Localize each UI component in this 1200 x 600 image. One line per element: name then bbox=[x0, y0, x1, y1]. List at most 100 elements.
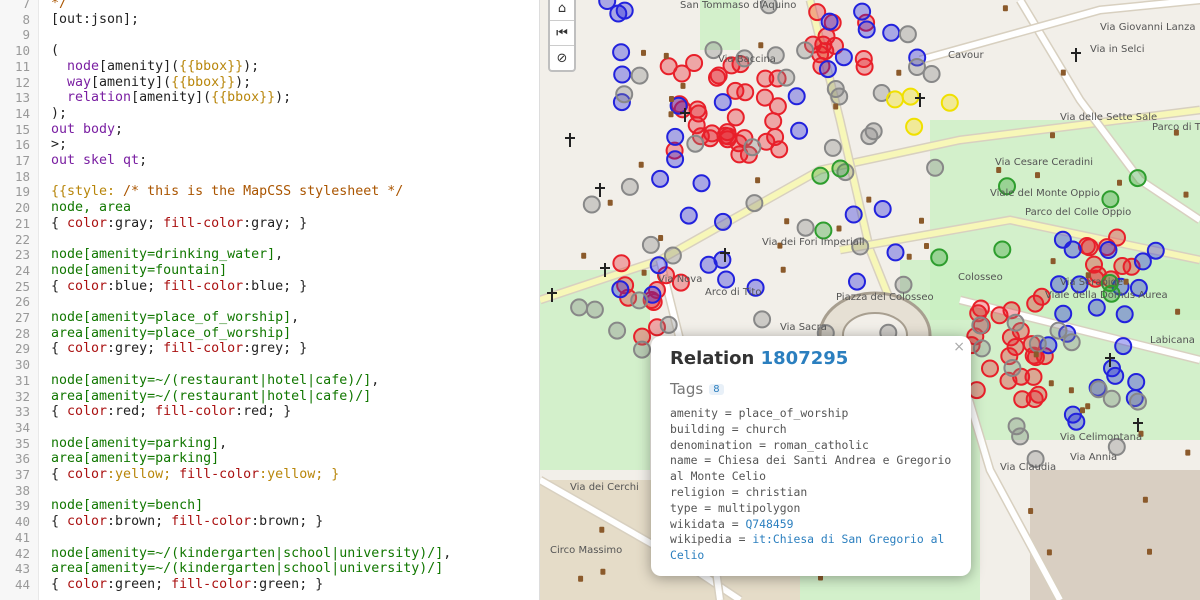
code-line[interactable]: >; bbox=[51, 137, 67, 153]
code-token: { bbox=[51, 341, 68, 357]
code-line[interactable]: { color:brown; fill-color:brown; } bbox=[51, 514, 323, 530]
code-line[interactable]: node[amenity]({{bbox}}); bbox=[51, 59, 259, 75]
code-line[interactable]: [out:json]; bbox=[51, 12, 139, 28]
code-token: node[amenity=place_of_worship] bbox=[51, 310, 292, 325]
code-line[interactable]: {{style: /* this is the MapCSS styleshee… bbox=[51, 184, 403, 200]
worship-marker bbox=[630, 291, 649, 310]
fountain-marker bbox=[834, 48, 853, 67]
code-line[interactable]: out skel qt; bbox=[51, 153, 147, 169]
code-line[interactable]: { color:yellow; fill-color:yellow; } bbox=[51, 467, 339, 483]
school-marker bbox=[811, 166, 830, 185]
line-number: 24 bbox=[14, 262, 30, 278]
line-number: 8 bbox=[22, 11, 30, 27]
code-editor[interactable]: 7 8 9 10 11 12 13 14 15 16 17 18 19 20 21 22 23 24 25 26 27 2… bbox=[0, 0, 540, 600]
code-token: fill-color bbox=[163, 215, 244, 231]
bench-icon bbox=[924, 243, 929, 249]
code-line[interactable]: way[amenity]({{bbox}}); bbox=[51, 75, 251, 91]
code-token: { bbox=[51, 514, 68, 530]
code-line[interactable]: relation[amenity]({{bbox}}); bbox=[51, 90, 291, 106]
code-line[interactable]: node[amenity=place_of_worship], bbox=[51, 310, 299, 326]
code-line[interactable]: node[amenity=fountain] bbox=[51, 263, 227, 279]
line-number: 12 bbox=[14, 74, 30, 90]
bench-icon bbox=[669, 96, 674, 102]
code-line[interactable]: { color:green; fill-color:green; } bbox=[51, 577, 323, 593]
zoom-to-data-button[interactable]: ⏮ bbox=[550, 21, 574, 46]
tag-value[interactable]: Q748459 bbox=[745, 517, 793, 531]
parking-marker bbox=[940, 93, 959, 112]
fountain-marker bbox=[857, 20, 876, 39]
parking-marker bbox=[905, 117, 924, 136]
worship-marker bbox=[894, 275, 913, 294]
parking-marker bbox=[886, 90, 904, 109]
code-line[interactable]: area[amenity=~/(kindergarten|school|univ… bbox=[51, 561, 443, 577]
bench-icon bbox=[758, 42, 764, 49]
relation-id-link[interactable]: 1807295 bbox=[761, 348, 849, 369]
code-token: ); bbox=[235, 74, 252, 90]
bench-icon bbox=[1183, 191, 1189, 198]
line-number: 40 bbox=[14, 514, 30, 530]
code-line[interactable]: area[amenity=parking] bbox=[51, 451, 219, 467]
code-token: node, area bbox=[51, 200, 132, 216]
code-token: {{bbox}} bbox=[211, 90, 276, 106]
restaurant-marker bbox=[990, 306, 1009, 325]
restaurant-marker bbox=[659, 57, 678, 76]
zoom-home-button[interactable]: ⌂ bbox=[550, 0, 574, 21]
restaurant-marker bbox=[770, 140, 789, 159]
restaurant-marker bbox=[764, 112, 783, 131]
code-line[interactable]: ( bbox=[51, 43, 59, 59]
fountain-marker bbox=[613, 65, 632, 84]
code-line[interactable]: { color:red; fill-color:red; } bbox=[51, 404, 291, 420]
worship-marker bbox=[796, 41, 815, 60]
restaurant-marker bbox=[981, 359, 999, 378]
tag-key: wikipedia bbox=[670, 532, 732, 547]
code-line[interactable]: { color:blue; fill-color:blue; } bbox=[51, 279, 307, 295]
bench-icon bbox=[581, 252, 587, 259]
line-number: 21 bbox=[14, 215, 30, 231]
code-token: node[amenity=drinking_water] bbox=[51, 247, 276, 263]
worship-marker bbox=[1129, 392, 1147, 411]
restaurant-marker bbox=[709, 66, 728, 85]
code-token: :gray; } bbox=[243, 215, 308, 231]
tag-row: name = Chiesa dei Santi Andrea e Gregori… bbox=[670, 453, 952, 484]
tag-value: multipolygon bbox=[718, 500, 801, 515]
code-line[interactable]: { color:gray; fill-color:gray; } bbox=[51, 216, 307, 232]
code-line[interactable]: node[amenity=~/(restaurant|hotel|cafe)/]… bbox=[51, 373, 379, 389]
restaurant-marker bbox=[1026, 294, 1045, 313]
close-icon[interactable]: × bbox=[953, 339, 965, 355]
code-line[interactable]: node[amenity=parking], bbox=[51, 436, 227, 452]
tag-key: building bbox=[670, 421, 725, 436]
parking-marker bbox=[901, 87, 920, 106]
map-label: Via delle Sette Sale bbox=[1060, 112, 1157, 123]
code-line[interactable]: node[amenity=bench] bbox=[51, 498, 203, 514]
bench-icon bbox=[1123, 278, 1129, 285]
tag-key: type bbox=[670, 500, 698, 515]
line-number: 35 bbox=[14, 435, 30, 451]
code-line[interactable]: { color:grey; fill-color:grey; } bbox=[51, 341, 307, 357]
clear-data-button[interactable]: ⊘ bbox=[550, 46, 574, 70]
code-line[interactable]: node[amenity=drinking_water], bbox=[51, 247, 283, 263]
code-line[interactable]: area[amenity=place_of_worship] bbox=[51, 326, 291, 342]
code-line[interactable]: out body; bbox=[51, 122, 123, 138]
bench-icon bbox=[896, 69, 902, 76]
code-token: area[amenity=parking] bbox=[51, 451, 220, 467]
code-line[interactable]: ); bbox=[51, 106, 67, 122]
code-token: fill-color bbox=[163, 278, 244, 294]
code-line[interactable]: */ bbox=[51, 0, 67, 12]
code-token: {{bbox}} bbox=[171, 74, 236, 90]
bench-icon bbox=[1050, 258, 1056, 265]
school-marker bbox=[930, 248, 949, 267]
code-line[interactable]: node[amenity=~/(kindergarten|school|univ… bbox=[51, 546, 451, 562]
map-label: Piazza del Colosseo bbox=[836, 292, 934, 303]
code-line[interactable]: area[amenity=~/(restaurant|hotel|cafe)/] bbox=[51, 389, 371, 405]
fountain-marker bbox=[818, 60, 837, 79]
code-line[interactable]: node, area bbox=[51, 200, 131, 216]
bench-icon bbox=[1185, 449, 1191, 456]
worship-marker bbox=[745, 194, 764, 213]
code-token: :grey; } bbox=[243, 341, 308, 357]
worship-marker bbox=[743, 138, 762, 157]
line-number: 13 bbox=[14, 90, 30, 106]
map-label: Via Celimontana bbox=[1060, 432, 1142, 443]
code-token: area[amenity=~/(restaurant|hotel|cafe)/] bbox=[51, 388, 372, 404]
code-token: :green; } bbox=[251, 576, 324, 592]
code-token: :green; bbox=[107, 576, 172, 592]
